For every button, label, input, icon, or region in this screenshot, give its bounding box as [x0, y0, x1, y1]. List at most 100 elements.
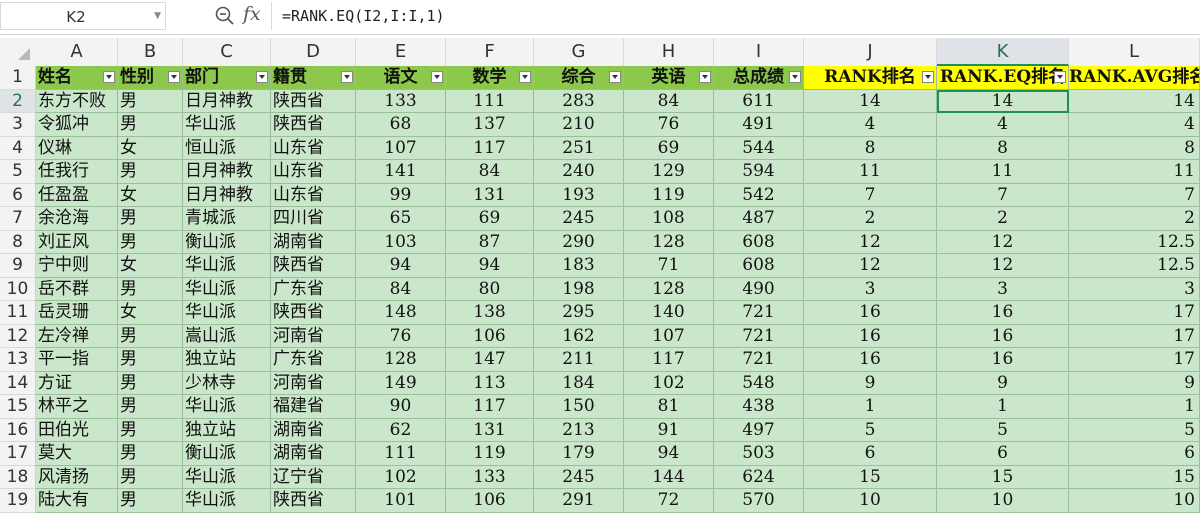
cell-h19[interactable]: 72: [624, 489, 714, 513]
cell-e18[interactable]: 102: [356, 465, 446, 489]
cell-a17[interactable]: 莫大: [36, 442, 118, 466]
cell-b18[interactable]: 男: [118, 465, 183, 489]
cell-e5[interactable]: 141: [356, 160, 446, 184]
cell-k2[interactable]: 14: [937, 89, 1069, 113]
filter-dropdown-icon[interactable]: [1054, 71, 1066, 83]
cell-b10[interactable]: 男: [118, 277, 183, 301]
cell-c3[interactable]: 华山派: [183, 113, 271, 137]
cell-h9[interactable]: 71: [624, 254, 714, 278]
cell-b3[interactable]: 男: [118, 113, 183, 137]
filter-dropdown-icon[interactable]: [922, 71, 934, 83]
cell-k18[interactable]: 15: [937, 465, 1069, 489]
cell-c10[interactable]: 华山派: [183, 277, 271, 301]
cell-b5[interactable]: 男: [118, 160, 183, 184]
cell-d9[interactable]: 陕西省: [271, 254, 356, 278]
row-header-2[interactable]: 2: [0, 89, 36, 113]
chevron-down-icon[interactable]: ▼: [154, 11, 161, 21]
cell-i2[interactable]: 611: [714, 89, 804, 113]
column-header-b[interactable]: B: [118, 38, 183, 66]
cell-g16[interactable]: 213: [534, 418, 624, 442]
cell-i16[interactable]: 497: [714, 418, 804, 442]
cell-a10[interactable]: 岳不群: [36, 277, 118, 301]
cell-h16[interactable]: 91: [624, 418, 714, 442]
cell-c18[interactable]: 华山派: [183, 465, 271, 489]
cell-h18[interactable]: 144: [624, 465, 714, 489]
cell-l8[interactable]: 12.5: [1069, 230, 1200, 254]
cell-h2[interactable]: 84: [624, 89, 714, 113]
cell-g14[interactable]: 184: [534, 371, 624, 395]
cell-a5[interactable]: 任我行: [36, 160, 118, 184]
cell-j13[interactable]: 16: [804, 348, 937, 372]
cell-e13[interactable]: 128: [356, 348, 446, 372]
cell-e3[interactable]: 68: [356, 113, 446, 137]
cell-e8[interactable]: 103: [356, 230, 446, 254]
cell-d19[interactable]: 陕西省: [271, 489, 356, 513]
cell-f11[interactable]: 138: [446, 301, 534, 325]
cell-e17[interactable]: 111: [356, 442, 446, 466]
cell-b8[interactable]: 男: [118, 230, 183, 254]
header-cell-h1[interactable]: 英语: [624, 66, 714, 90]
cell-k11[interactable]: 16: [937, 301, 1069, 325]
cell-j3[interactable]: 4: [804, 113, 937, 137]
cell-b4[interactable]: 女: [118, 136, 183, 160]
row-header-7[interactable]: 7: [0, 207, 36, 231]
column-header-a[interactable]: A: [36, 38, 118, 66]
cell-d11[interactable]: 陕西省: [271, 301, 356, 325]
cell-j7[interactable]: 2: [804, 207, 937, 231]
cell-c12[interactable]: 嵩山派: [183, 324, 271, 348]
cell-a7[interactable]: 余沧海: [36, 207, 118, 231]
header-cell-l1[interactable]: RANK.AVG排名: [1069, 66, 1200, 90]
cell-h15[interactable]: 81: [624, 395, 714, 419]
cell-c6[interactable]: 日月神教: [183, 183, 271, 207]
column-header-i[interactable]: I: [714, 38, 804, 66]
cell-a15[interactable]: 林平之: [36, 395, 118, 419]
column-header-l[interactable]: L: [1069, 38, 1200, 66]
cell-g2[interactable]: 283: [534, 89, 624, 113]
cell-g18[interactable]: 245: [534, 465, 624, 489]
cell-d7[interactable]: 四川省: [271, 207, 356, 231]
cell-b12[interactable]: 男: [118, 324, 183, 348]
cell-l17[interactable]: 6: [1069, 442, 1200, 466]
cell-e19[interactable]: 101: [356, 489, 446, 513]
cell-i4[interactable]: 544: [714, 136, 804, 160]
cell-g7[interactable]: 245: [534, 207, 624, 231]
header-cell-j1[interactable]: RANK排名: [804, 66, 937, 90]
filter-dropdown-icon[interactable]: [168, 71, 180, 83]
cell-j19[interactable]: 10: [804, 489, 937, 513]
cell-a9[interactable]: 宁中则: [36, 254, 118, 278]
cell-k7[interactable]: 2: [937, 207, 1069, 231]
cell-g12[interactable]: 162: [534, 324, 624, 348]
cell-f3[interactable]: 137: [446, 113, 534, 137]
header-cell-f1[interactable]: 数学: [446, 66, 534, 90]
cell-a12[interactable]: 左冷禅: [36, 324, 118, 348]
cell-c15[interactable]: 华山派: [183, 395, 271, 419]
cell-e12[interactable]: 76: [356, 324, 446, 348]
cell-j17[interactable]: 6: [804, 442, 937, 466]
cell-i14[interactable]: 548: [714, 371, 804, 395]
cell-c16[interactable]: 独立站: [183, 418, 271, 442]
cell-g8[interactable]: 290: [534, 230, 624, 254]
cell-h11[interactable]: 140: [624, 301, 714, 325]
cell-k12[interactable]: 16: [937, 324, 1069, 348]
cell-j10[interactable]: 3: [804, 277, 937, 301]
cell-i11[interactable]: 721: [714, 301, 804, 325]
cell-l6[interactable]: 7: [1069, 183, 1200, 207]
cell-c7[interactable]: 青城派: [183, 207, 271, 231]
filter-dropdown-icon[interactable]: [256, 71, 268, 83]
cell-h13[interactable]: 117: [624, 348, 714, 372]
cell-b13[interactable]: 男: [118, 348, 183, 372]
cell-l18[interactable]: 15: [1069, 465, 1200, 489]
cell-g11[interactable]: 295: [534, 301, 624, 325]
cell-k8[interactable]: 12: [937, 230, 1069, 254]
row-header-15[interactable]: 15: [0, 395, 36, 419]
cell-i12[interactable]: 721: [714, 324, 804, 348]
cell-j18[interactable]: 15: [804, 465, 937, 489]
cell-a8[interactable]: 刘正风: [36, 230, 118, 254]
filter-dropdown-icon[interactable]: [431, 71, 443, 83]
cell-f4[interactable]: 117: [446, 136, 534, 160]
cell-f19[interactable]: 106: [446, 489, 534, 513]
cell-f13[interactable]: 147: [446, 348, 534, 372]
cell-i8[interactable]: 608: [714, 230, 804, 254]
cell-k17[interactable]: 6: [937, 442, 1069, 466]
header-cell-i1[interactable]: 总成绩: [714, 66, 804, 90]
